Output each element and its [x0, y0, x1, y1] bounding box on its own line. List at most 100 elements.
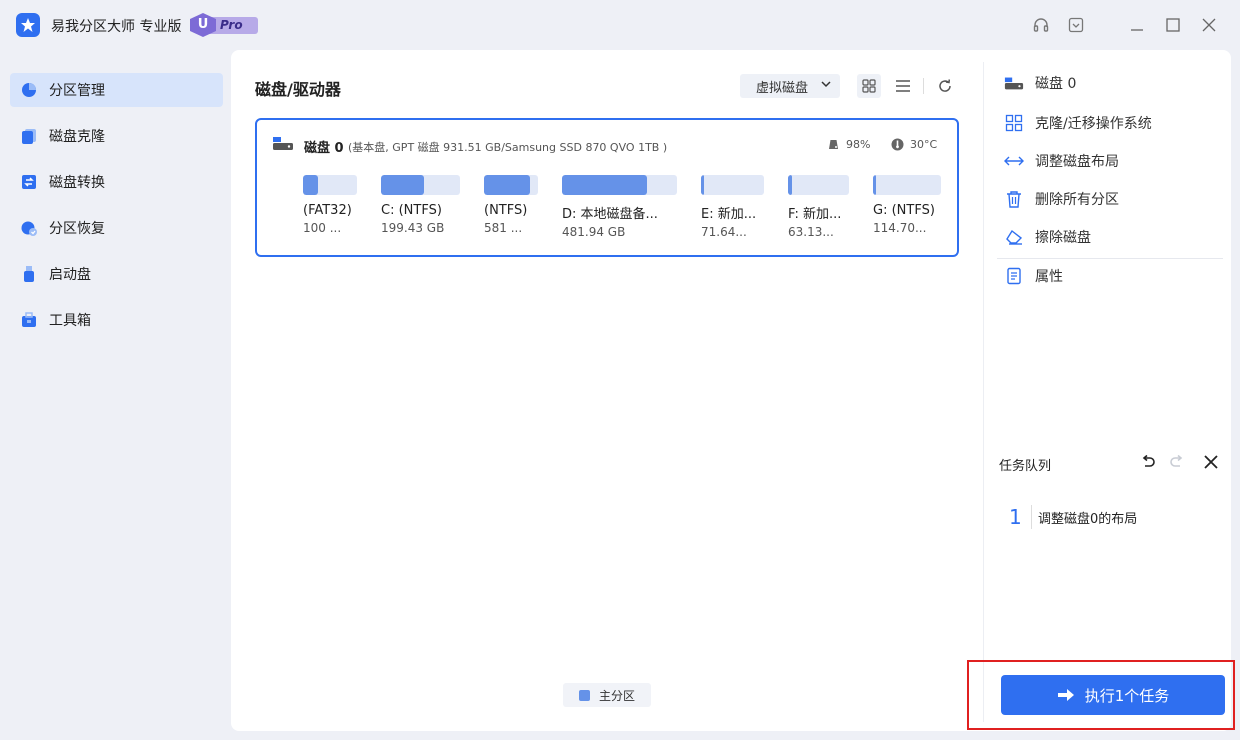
trash-icon: [1004, 189, 1024, 209]
sidebar-item-label: 分区恢复: [49, 221, 105, 237]
partition-name: E: 新加...: [701, 207, 757, 222]
partition-usage-fill: [484, 175, 530, 195]
sidebar-item-toolbox[interactable]: 工具箱: [10, 303, 223, 337]
sidebar-item-partition-manager[interactable]: 分区管理: [10, 73, 223, 107]
partition-size: 481.94 GB: [562, 225, 626, 239]
right-panel-disk-label: 磁盘 0: [1035, 76, 1077, 92]
partition-usage-bar: [381, 175, 460, 195]
close-window-icon[interactable]: [1198, 14, 1220, 36]
minimize-icon[interactable]: [1126, 14, 1148, 36]
disk-drive-icon: [272, 134, 294, 156]
partition-block[interactable]: (NTFS) 581 ...: [484, 175, 538, 235]
right-panel-disk-header: 磁盘 0: [1004, 73, 1076, 93]
partition-usage-bar: [873, 175, 941, 195]
sidebar-item-label: 磁盘克隆: [49, 129, 105, 145]
eraser-icon: [1004, 227, 1024, 247]
action-properties[interactable]: 属性: [1004, 266, 1063, 286]
dropdown-menu-icon[interactable]: [1065, 14, 1087, 36]
partition-size: 199.43 GB: [381, 221, 445, 235]
partition-usage-bar: [701, 175, 764, 195]
task-divider: [1031, 505, 1032, 529]
partition-usage-fill: [873, 175, 877, 195]
sidebar-item-partition-recovery[interactable]: 分区恢复: [10, 211, 223, 245]
grid-view-icon[interactable]: [857, 74, 881, 98]
list-view-icon[interactable]: [891, 74, 915, 98]
partition-block[interactable]: D: 本地磁盘备... 481.94 GB: [562, 175, 677, 239]
action-wipe-disk[interactable]: 擦除磁盘: [1004, 227, 1091, 247]
execute-label: 执行1个任务: [1084, 686, 1170, 705]
resize-layout-icon: [1004, 151, 1024, 171]
partition-name: (NTFS): [484, 203, 528, 218]
sidebar-item-label: 工具箱: [49, 313, 91, 329]
virtual-disk-label: 虚拟磁盘: [756, 80, 809, 96]
partition-name: D: 本地磁盘备...: [562, 207, 658, 222]
undo-icon[interactable]: [1138, 452, 1158, 472]
right-panel-separator: [997, 258, 1223, 259]
partition-usage-bar: [788, 175, 849, 195]
partition-size: 100 ...: [303, 221, 342, 235]
partition-name: F: 新加...: [788, 207, 842, 222]
sidebar-item-disk-clone[interactable]: 磁盘克隆: [10, 119, 223, 153]
legend-swatch: [579, 689, 590, 701]
action-label: 属性: [1035, 269, 1063, 285]
partition-block[interactable]: F: 新加... 63.13...: [788, 175, 849, 239]
redo-icon[interactable]: [1167, 452, 1187, 472]
task-text: 调整磁盘0的布局: [1038, 511, 1138, 527]
partition-block[interactable]: (FAT32) 100 ...: [303, 175, 357, 235]
right-panel-divider: [983, 62, 984, 722]
partition-usage-fill: [701, 175, 705, 195]
action-label: 擦除磁盘: [1035, 230, 1091, 246]
health-icon: [827, 138, 840, 151]
action-label: 删除所有分区: [1035, 192, 1119, 208]
partition-name: C: (NTFS): [381, 203, 442, 218]
action-delete-all-partitions[interactable]: 删除所有分区: [1004, 189, 1119, 209]
action-label: 调整磁盘布局: [1035, 154, 1119, 170]
clone-icon: [20, 127, 38, 145]
partition-usage-bar: [303, 175, 357, 195]
partition-block[interactable]: G: (NTFS) 114.70...: [873, 175, 941, 235]
sidebar-item-label: 启动盘: [49, 267, 91, 283]
page-title: 磁盘/驱动器: [255, 80, 341, 99]
partition-size: 71.64...: [701, 225, 747, 239]
chevron-down-icon: [820, 78, 832, 94]
sidebar-item-boot-disk[interactable]: 启动盘: [10, 257, 223, 291]
arrow-right-icon: [1057, 688, 1075, 702]
app-logo-icon: [16, 13, 40, 37]
sidebar-item-label: 分区管理: [49, 83, 105, 99]
usb-icon: [20, 265, 38, 283]
refresh-icon[interactable]: [933, 74, 957, 98]
partition-usage-fill: [562, 175, 648, 195]
partition-block[interactable]: C: (NTFS) 199.43 GB: [381, 175, 460, 235]
execute-tasks-button[interactable]: 执行1个任务: [1001, 675, 1225, 715]
task-queue-title: 任务队列: [999, 459, 1052, 474]
thermometer-icon: [891, 138, 904, 151]
pro-badge[interactable]: U Pro: [190, 13, 258, 37]
sidebar-item-disk-convert[interactable]: 磁盘转换: [10, 165, 223, 199]
pie-chart-icon: [20, 81, 38, 99]
action-label: 克隆/迁移操作系统: [1035, 116, 1152, 132]
health-value: 98%: [846, 138, 871, 151]
task-queue-item[interactable]: 1 调整磁盘0的布局: [1009, 505, 1137, 529]
convert-icon: [20, 173, 38, 191]
legend-label: 主分区: [599, 688, 636, 703]
properties-icon: [1004, 266, 1024, 286]
virtual-disk-dropdown[interactable]: 虚拟磁盘: [740, 74, 840, 98]
legend-primary-partition: 主分区: [563, 683, 651, 707]
action-adjust-disk-layout[interactable]: 调整磁盘布局: [1004, 151, 1119, 171]
action-clone-migrate-os[interactable]: 克隆/迁移操作系统: [1004, 113, 1152, 133]
partition-block[interactable]: E: 新加... 71.64...: [701, 175, 764, 239]
toolbox-icon: [20, 311, 38, 329]
partition-usage-fill: [381, 175, 424, 195]
sidebar-item-label: 磁盘转换: [49, 175, 105, 191]
partition-name: G: (NTFS): [873, 203, 935, 218]
partition-usage-fill: [788, 175, 792, 195]
maximize-icon[interactable]: [1162, 14, 1184, 36]
sidebar: 分区管理 磁盘克隆 磁盘转换 分区恢复 启动盘 工具箱: [0, 50, 231, 740]
disk-card[interactable]: 磁盘 0 (基本盘, GPT 磁盘 931.51 GB/Samsung SSD …: [255, 118, 959, 257]
partition-usage-bar: [484, 175, 538, 195]
clone-os-icon: [1004, 113, 1024, 133]
clear-queue-close-icon[interactable]: [1201, 452, 1221, 472]
headset-support-icon[interactable]: [1030, 14, 1052, 36]
partition-name: (FAT32): [303, 203, 352, 218]
temperature-value: 30°C: [910, 138, 938, 151]
